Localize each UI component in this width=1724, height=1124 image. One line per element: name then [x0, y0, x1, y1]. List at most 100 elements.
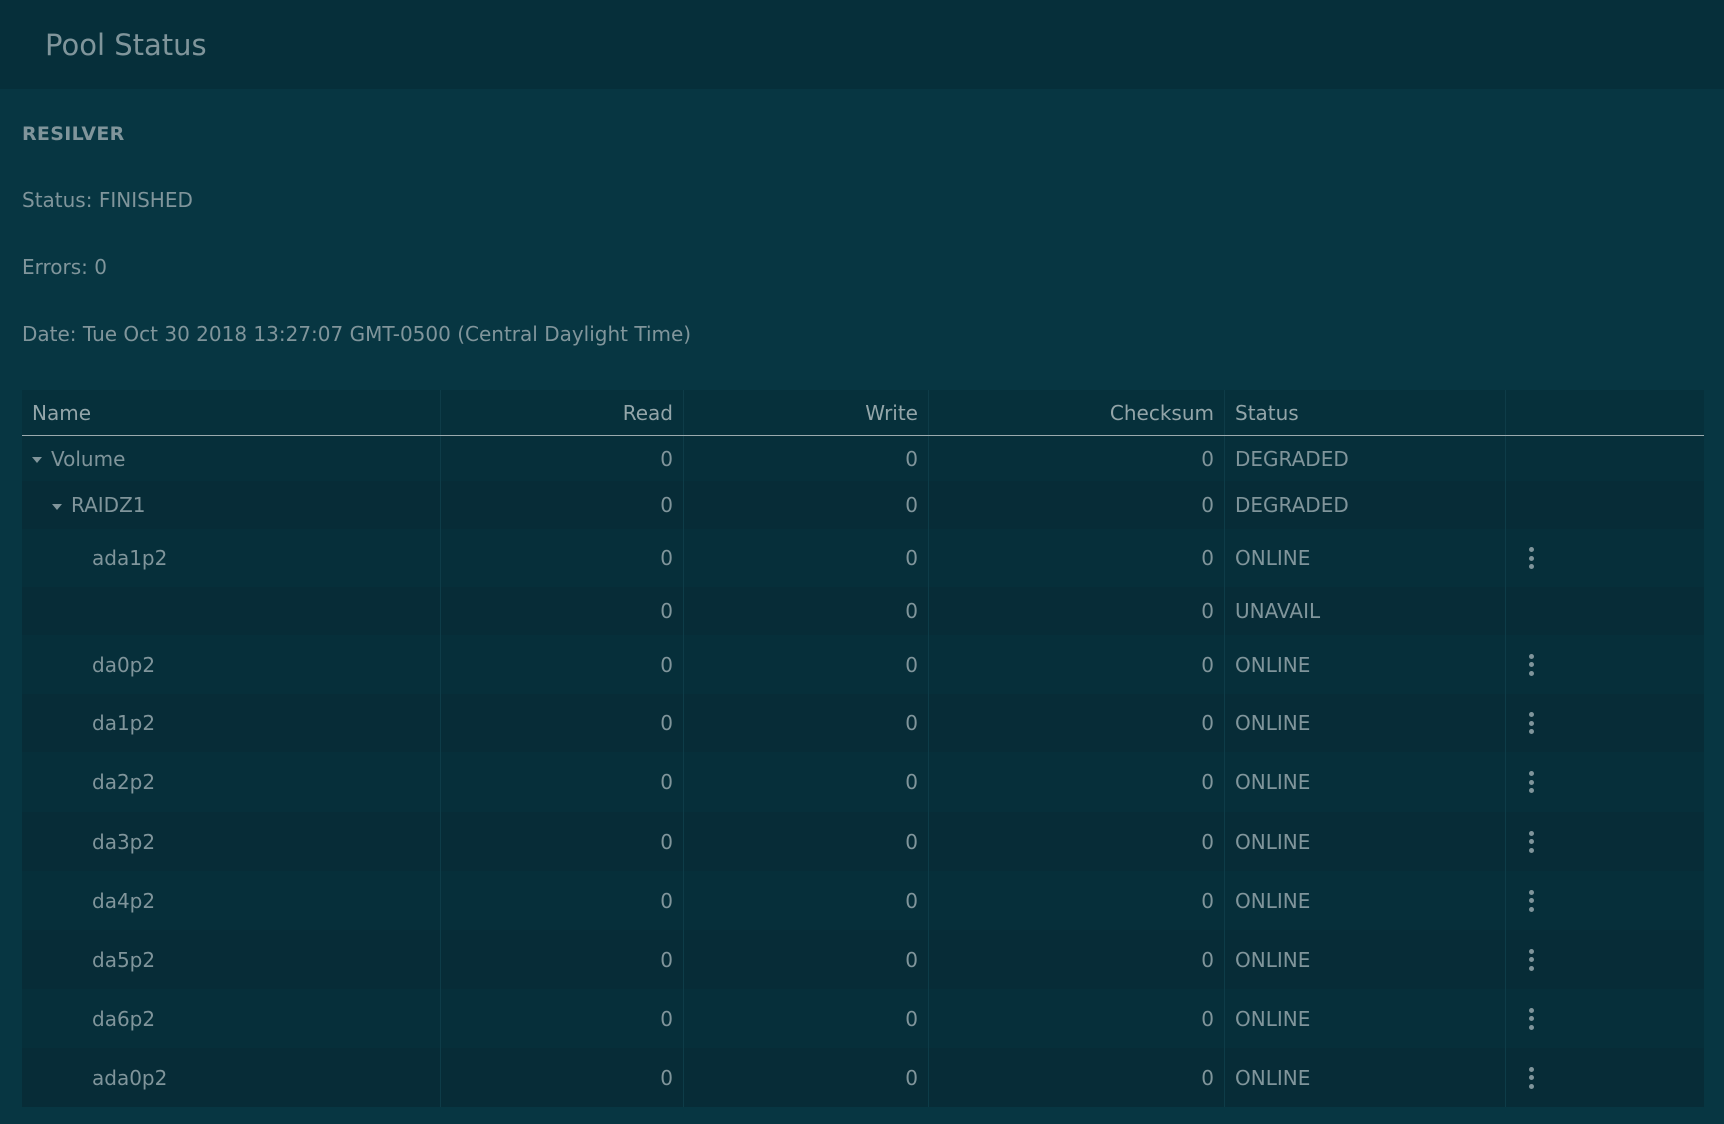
cell-status: UNAVAIL — [1225, 587, 1506, 635]
cell-status: DEGRADED — [1225, 436, 1506, 481]
cell-status: ONLINE — [1225, 812, 1506, 871]
cell-checksum: 0 — [929, 694, 1225, 752]
cell-read: 0 — [441, 930, 684, 989]
column-header-write[interactable]: Write — [684, 390, 929, 435]
cell-name: da4p2 — [22, 871, 441, 930]
cell-actions — [1506, 436, 1704, 481]
table-row[interactable]: da3p2 0 0 0 ONLINE — [22, 812, 1704, 871]
device-name: ada0p2 — [92, 1065, 168, 1090]
cell-checksum: 0 — [929, 1048, 1225, 1107]
cell-status: DEGRADED — [1225, 481, 1506, 529]
cell-actions — [1506, 989, 1704, 1048]
table-row[interactable]: da5p2 0 0 0 ONLINE — [22, 930, 1704, 989]
cell-write: 0 — [684, 635, 929, 694]
table-row[interactable]: ada1p2 0 0 0 ONLINE — [22, 529, 1704, 587]
device-name: da5p2 — [92, 947, 156, 972]
kebab-dot — [1528, 1083, 1534, 1089]
kebab-dot — [1528, 712, 1534, 717]
table-row[interactable]: da2p2 0 0 0 ONLINE — [22, 752, 1704, 812]
device-name: da1p2 — [92, 711, 156, 735]
more-vertical-icon[interactable] — [1526, 653, 1536, 676]
kebab-dot — [1528, 788, 1534, 793]
cell-actions — [1506, 529, 1704, 587]
device-name: ada1p2 — [92, 546, 168, 570]
table-header: Name Read Write Checksum Status — [22, 390, 1704, 436]
cell-read: 0 — [441, 989, 684, 1048]
cell-checksum: 0 — [929, 436, 1225, 481]
cell-write: 0 — [684, 1048, 929, 1107]
cell-read: 0 — [441, 436, 684, 481]
cell-write: 0 — [684, 752, 929, 812]
cell-name: da5p2 — [22, 930, 441, 989]
cell-name: da1p2 — [22, 694, 441, 752]
kebab-dot — [1528, 889, 1534, 895]
cell-checksum: 0 — [929, 930, 1225, 989]
kebab-dot — [1528, 662, 1534, 667]
cell-actions — [1506, 481, 1704, 529]
cell-write: 0 — [684, 587, 929, 635]
column-header-checksum[interactable]: Checksum — [929, 390, 1225, 435]
cell-name: da6p2 — [22, 989, 441, 1048]
cell-read: 0 — [441, 635, 684, 694]
scan-status: Status: FINISHED — [22, 188, 193, 212]
cell-read: 0 — [441, 871, 684, 930]
cell-checksum: 0 — [929, 481, 1225, 529]
table-row[interactable]: da0p2 0 0 0 ONLINE — [22, 635, 1704, 694]
kebab-dot — [1528, 564, 1534, 569]
more-vertical-icon[interactable] — [1526, 771, 1536, 793]
kebab-dot — [1528, 898, 1534, 903]
cell-name: da3p2 — [22, 812, 441, 871]
table-row[interactable]: RAIDZ1 0 0 0 DEGRADED — [22, 481, 1704, 529]
table-row[interactable]: da6p2 0 0 0 ONLINE — [22, 989, 1704, 1048]
cell-checksum: 0 — [929, 989, 1225, 1048]
scan-type-heading: RESILVER — [22, 123, 125, 145]
cell-status: ONLINE — [1225, 529, 1506, 587]
column-header-status[interactable]: Status — [1225, 390, 1506, 435]
table-row[interactable]: ada0p2 0 0 0 ONLINE — [22, 1048, 1704, 1107]
cell-name: da0p2 — [22, 635, 441, 694]
cell-read: 0 — [441, 587, 684, 635]
table-body: Volume 0 0 0 DEGRADED RAIDZ1 0 0 0 DEGRADED ada1p2… — [22, 436, 1704, 1107]
table-row[interactable]: 0 0 0 UNAVAIL — [22, 587, 1704, 635]
kebab-dot — [1528, 555, 1534, 561]
more-vertical-icon[interactable] — [1526, 547, 1536, 569]
kebab-dot — [1528, 720, 1534, 726]
cell-checksum: 0 — [929, 812, 1225, 871]
kebab-dot — [1528, 847, 1534, 853]
caret-down-icon[interactable] — [52, 503, 62, 510]
table-row[interactable]: Volume 0 0 0 DEGRADED — [22, 436, 1704, 481]
kebab-dot — [1528, 670, 1534, 676]
cell-actions — [1506, 930, 1704, 989]
column-header-actions — [1506, 390, 1704, 435]
cell-actions — [1506, 752, 1704, 812]
more-vertical-icon[interactable] — [1526, 712, 1536, 734]
pool-status-page: Pool Status RESILVER Status: FINISHED Er… — [0, 0, 1724, 1124]
device-name: da6p2 — [92, 1006, 156, 1031]
cell-actions — [1506, 812, 1704, 871]
kebab-dot — [1528, 547, 1534, 552]
column-header-read[interactable]: Read — [441, 390, 684, 435]
cell-read: 0 — [441, 1048, 684, 1107]
more-vertical-icon[interactable] — [1526, 889, 1536, 912]
more-vertical-icon[interactable] — [1526, 948, 1536, 971]
more-vertical-icon[interactable] — [1526, 1007, 1536, 1030]
cell-actions — [1506, 635, 1704, 694]
more-vertical-icon[interactable] — [1526, 1066, 1536, 1089]
cell-write: 0 — [684, 930, 929, 989]
more-vertical-icon[interactable] — [1526, 830, 1536, 853]
cell-write: 0 — [684, 481, 929, 529]
kebab-dot — [1528, 1066, 1534, 1072]
scan-errors: Errors: 0 — [22, 255, 107, 279]
kebab-dot — [1528, 771, 1534, 776]
kebab-dot — [1528, 1007, 1534, 1013]
kebab-dot — [1528, 948, 1534, 954]
cell-checksum: 0 — [929, 871, 1225, 930]
table-row[interactable]: da4p2 0 0 0 ONLINE — [22, 871, 1704, 930]
table-row[interactable]: da1p2 0 0 0 ONLINE — [22, 694, 1704, 752]
cell-status: ONLINE — [1225, 694, 1506, 752]
column-header-name[interactable]: Name — [22, 390, 441, 435]
caret-down-icon[interactable] — [32, 457, 42, 463]
page-title: Pool Status — [45, 27, 207, 62]
cell-name — [22, 587, 441, 635]
cell-read: 0 — [441, 529, 684, 587]
